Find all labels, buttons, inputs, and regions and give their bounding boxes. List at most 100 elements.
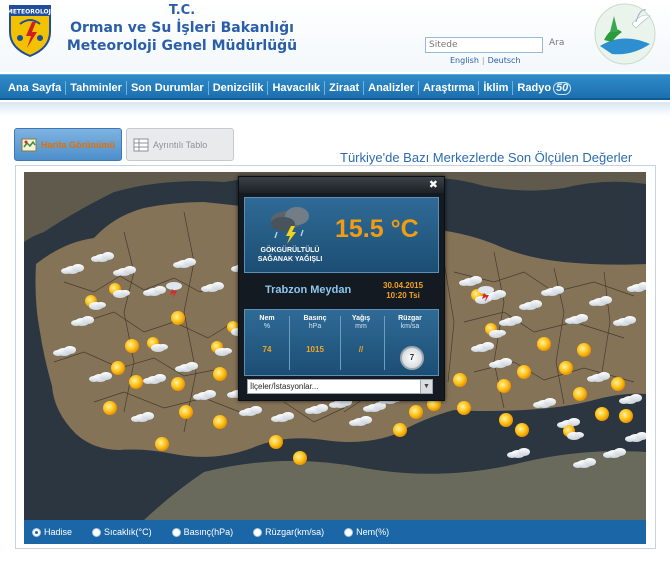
tab-map-label: Harita Görünümü (41, 139, 116, 150)
map-layer-radio-bar: Hadise Sıcaklık(°C) Basınç(hPa) Rüzgar(k… (24, 520, 646, 544)
radio-basinc[interactable]: Basınç(hPa) (171, 527, 233, 537)
cloud-puff (173, 262, 183, 268)
sun-icon[interactable] (559, 361, 573, 375)
cloud-puff (541, 290, 551, 296)
site-title[interactable]: T.C. Orman ve Su İşleri Bakanlığı Meteor… (62, 3, 302, 55)
cloud-puff (64, 346, 76, 354)
district-select-value: İlçeler/İstasyonlar... (250, 382, 319, 391)
nav-item-havacilik[interactable]: Havacılık (268, 81, 326, 95)
radio-button-icon[interactable] (171, 527, 181, 537)
search-button[interactable]: Ara (549, 38, 564, 48)
sun-icon[interactable] (517, 365, 531, 379)
nav-item-radyo[interactable]: Radyo 50 (513, 81, 575, 95)
radio-hadise[interactable]: Hadise (32, 527, 72, 537)
sun-icon[interactable] (453, 373, 467, 387)
metric-name: Yağış (351, 315, 371, 322)
nav-item-tahminler[interactable]: Tahminler (66, 81, 127, 95)
sun-icon[interactable] (457, 401, 471, 415)
sun-icon[interactable] (515, 423, 529, 437)
cloud-puff (100, 372, 112, 380)
cloud-puff (82, 316, 94, 324)
sun-icon[interactable] (179, 405, 193, 419)
nav-item-ana-sayfa[interactable]: Ana Sayfa (4, 81, 67, 95)
sun-icon[interactable] (125, 339, 139, 353)
sun-icon[interactable] (619, 409, 633, 423)
cloud-puff (614, 448, 626, 456)
cloud-puff (470, 276, 482, 284)
cloud-puff (131, 416, 141, 422)
cloud-puff (500, 358, 512, 366)
sun-icon[interactable] (171, 377, 185, 391)
cloud-puff (154, 286, 166, 294)
cloud-puff (518, 448, 530, 456)
sun-icon[interactable] (409, 405, 423, 419)
cloud-puff (120, 290, 130, 296)
nav-item-analizler[interactable]: Analizler (364, 81, 419, 95)
tab-table-view[interactable]: Ayrıntılı Tablo (126, 128, 234, 161)
weather-condition: GÖKGÜRÜLTÜLÜ SAĞANAK YAĞIŞLI (251, 246, 329, 264)
nav-item-ziraat[interactable]: Ziraat (325, 81, 365, 95)
search-input[interactable] (425, 37, 543, 53)
sun-icon[interactable] (213, 415, 227, 429)
cloud-puff (186, 362, 198, 370)
cloud-puff (587, 376, 597, 382)
tab-map-view[interactable]: Harita Görünümü (14, 128, 122, 161)
meteoroloji-logo[interactable]: METEOROLOJİ (6, 2, 54, 58)
cloud-puff (489, 362, 499, 368)
metric-value: // (358, 345, 364, 354)
site-header: METEOROLOJİ T.C. Orman ve Su İşleri Baka… (0, 0, 670, 72)
cloud-puff (222, 348, 232, 354)
cloud-puff (193, 394, 203, 400)
sun-icon[interactable] (103, 401, 117, 415)
cloud-puff (630, 394, 642, 402)
lang-english-link[interactable]: English (450, 56, 479, 65)
nav-item-arastirma[interactable]: Araştırma (419, 81, 480, 95)
sun-icon[interactable] (537, 337, 551, 351)
sun-icon[interactable] (611, 377, 625, 391)
sun-icon[interactable] (393, 423, 407, 437)
sun-icon[interactable] (499, 413, 513, 427)
cloud-puff (499, 320, 509, 326)
sun-icon[interactable] (293, 451, 307, 465)
radio-button-icon[interactable] (92, 527, 102, 537)
sun-icon[interactable] (577, 343, 591, 357)
radio-sicaklik[interactable]: Sıcaklık(°C) (92, 527, 152, 537)
sun-icon[interactable] (129, 375, 143, 389)
radio-ruzgar[interactable]: Rüzgar(km/sa) (253, 527, 324, 537)
metric-value: 1015 (306, 345, 324, 354)
radio-button-icon[interactable] (253, 527, 263, 537)
chevron-down-icon[interactable]: ▼ (420, 380, 432, 393)
cloud-puff (363, 406, 373, 412)
observation-datetime: 30.04.2015 10:20 Tsi (383, 281, 423, 301)
nav-item-denizcilik[interactable]: Denizcilik (209, 81, 269, 95)
sun-icon[interactable] (573, 387, 587, 401)
anniversary-50-badge: 50 (553, 82, 572, 95)
lang-separator: | (481, 56, 485, 65)
radio-label: Sıcaklık(°C) (104, 527, 152, 537)
sun-icon[interactable] (213, 367, 227, 381)
nav-item-son-durumlar[interactable]: Son Durumlar (127, 81, 209, 95)
station-popup: ✖ GÖKGÜRÜLTÜLÜ SAĞANAK YAĞIŞLI 15.5 °C T… (238, 176, 445, 401)
nav-item-iklim[interactable]: İklim (479, 81, 514, 95)
sun-icon[interactable] (111, 361, 125, 375)
popup-close-icon[interactable]: ✖ (429, 178, 438, 191)
sun-icon[interactable] (269, 435, 283, 449)
cloud-puff (96, 302, 106, 308)
cloud-puff (530, 300, 542, 308)
cloud-puff (603, 452, 613, 458)
sun-icon[interactable] (155, 437, 169, 451)
thunderstorm-icon (271, 207, 309, 244)
station-name: Trabzon Meydan (265, 284, 352, 296)
sun-icon[interactable] (595, 407, 609, 421)
cloud-puff (565, 318, 575, 324)
sun-icon[interactable] (497, 379, 511, 393)
district-station-select[interactable]: İlçeler/İstasyonlar... ▼ (247, 379, 433, 394)
radio-nem[interactable]: Nem(%) (344, 527, 389, 537)
ministry-logo-icon[interactable] (592, 2, 658, 66)
radio-label: Rüzgar(km/sa) (265, 527, 325, 537)
radio-button-icon[interactable] (32, 527, 41, 537)
lang-deutsch-link[interactable]: Deutsch (488, 56, 521, 65)
sun-icon[interactable] (171, 311, 185, 325)
cloud-puff (143, 378, 153, 384)
radio-button-icon[interactable] (344, 527, 354, 537)
